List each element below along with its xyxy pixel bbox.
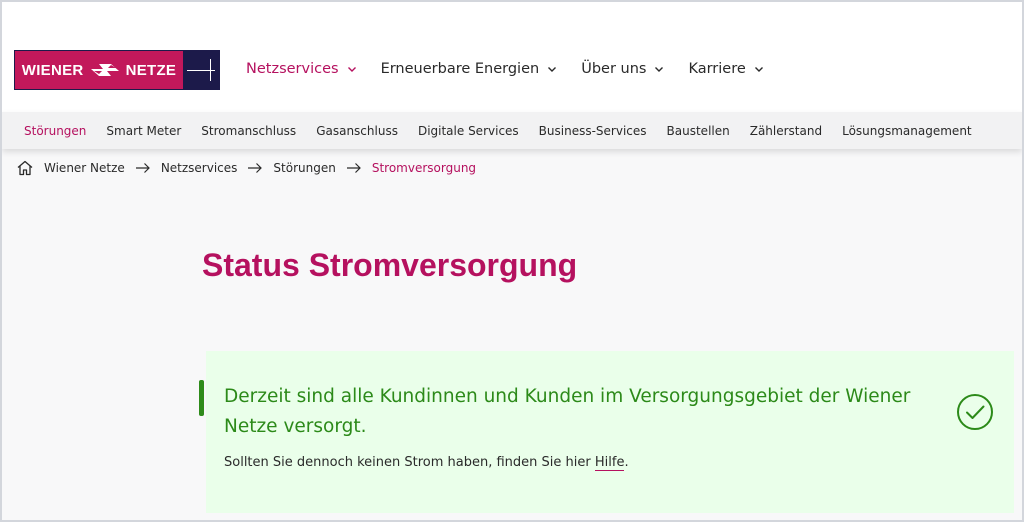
subnav-item-smart-meter[interactable]: Smart Meter <box>106 124 181 138</box>
check-circle-icon <box>957 394 993 430</box>
breadcrumb: Wiener Netze Netzservices Störungen Stro… <box>16 159 476 177</box>
chevron-down-icon <box>548 67 557 72</box>
nav-label: Netzservices <box>246 61 339 77</box>
arrow-right-icon <box>135 163 150 173</box>
subnav-item-business-services[interactable]: Business-Services <box>539 124 647 138</box>
chevron-down-icon <box>347 67 356 72</box>
logo-text-left: WIENER <box>21 61 84 79</box>
breadcrumb-item-wiener-netze[interactable]: Wiener Netze <box>44 161 125 175</box>
breadcrumb-item-current: Stromversorgung <box>371 161 477 175</box>
logo-grid-mark <box>183 51 219 89</box>
arrow-right-icon <box>248 163 263 173</box>
nav-erneuerbare-energien[interactable]: Erneuerbare Energien <box>381 61 558 77</box>
sub-navigation: Störungen Smart Meter Stromanschluss Gas… <box>2 112 1022 149</box>
status-help-text: Sollten Sie dennoch keinen Strom haben, … <box>224 455 629 471</box>
main-navigation: Netzservices Erneuerbare Energien Über u… <box>246 61 764 77</box>
logo-text-right: NETZE <box>125 61 177 79</box>
nav-netzservices[interactable]: Netzservices <box>246 61 357 77</box>
subnav-item-loesungsmanagement[interactable]: Lösungsmanagement <box>842 124 972 138</box>
subnav-item-zaehlerstand[interactable]: Zählerstand <box>750 124 822 138</box>
chevron-down-icon <box>655 67 664 72</box>
nav-ueber-uns[interactable]: Über uns <box>581 61 664 77</box>
status-message-box: Derzeit sind alle Kundinnen und Kunden i… <box>199 351 1014 513</box>
nav-label: Über uns <box>581 61 647 77</box>
nav-label: Karriere <box>688 61 746 77</box>
subnav-item-gasanschluss[interactable]: Gasanschluss <box>316 124 398 138</box>
status-headline: Derzeit sind alle Kundinnen und Kunden i… <box>224 386 911 437</box>
subnav-item-stoerungen[interactable]: Störungen <box>24 124 86 138</box>
home-icon[interactable] <box>16 159 34 177</box>
wiener-netze-logo[interactable]: WIENER NETZE <box>14 50 220 90</box>
browser-viewport: WIENER NETZE Netzservices Erneuerbare En… <box>0 0 1024 522</box>
status-accent-bar <box>199 380 204 416</box>
page-title: Status Stromversorgung <box>202 247 578 283</box>
chevron-down-icon <box>754 67 763 72</box>
subnav-item-baustellen[interactable]: Baustellen <box>667 124 730 138</box>
help-link[interactable]: Hilfe <box>594 455 625 471</box>
arrow-right-icon <box>346 163 361 173</box>
site-header: WIENER NETZE Netzservices Erneuerbare En… <box>2 2 1022 112</box>
logo-bolt-icon <box>90 64 119 76</box>
subnav-item-digitale-services[interactable]: Digitale Services <box>418 124 519 138</box>
breadcrumb-item-netzservices[interactable]: Netzservices <box>161 161 238 175</box>
nav-karriere[interactable]: Karriere <box>688 61 763 77</box>
status-help-suffix: . <box>624 455 629 470</box>
logo-wordmark: WIENER NETZE <box>15 51 183 89</box>
subnav-item-stromanschluss[interactable]: Stromanschluss <box>201 124 296 138</box>
nav-label: Erneuerbare Energien <box>380 61 540 77</box>
status-help-prefix: Sollten Sie dennoch keinen Strom haben, … <box>224 455 595 470</box>
breadcrumb-item-stoerungen[interactable]: Störungen <box>273 161 335 175</box>
